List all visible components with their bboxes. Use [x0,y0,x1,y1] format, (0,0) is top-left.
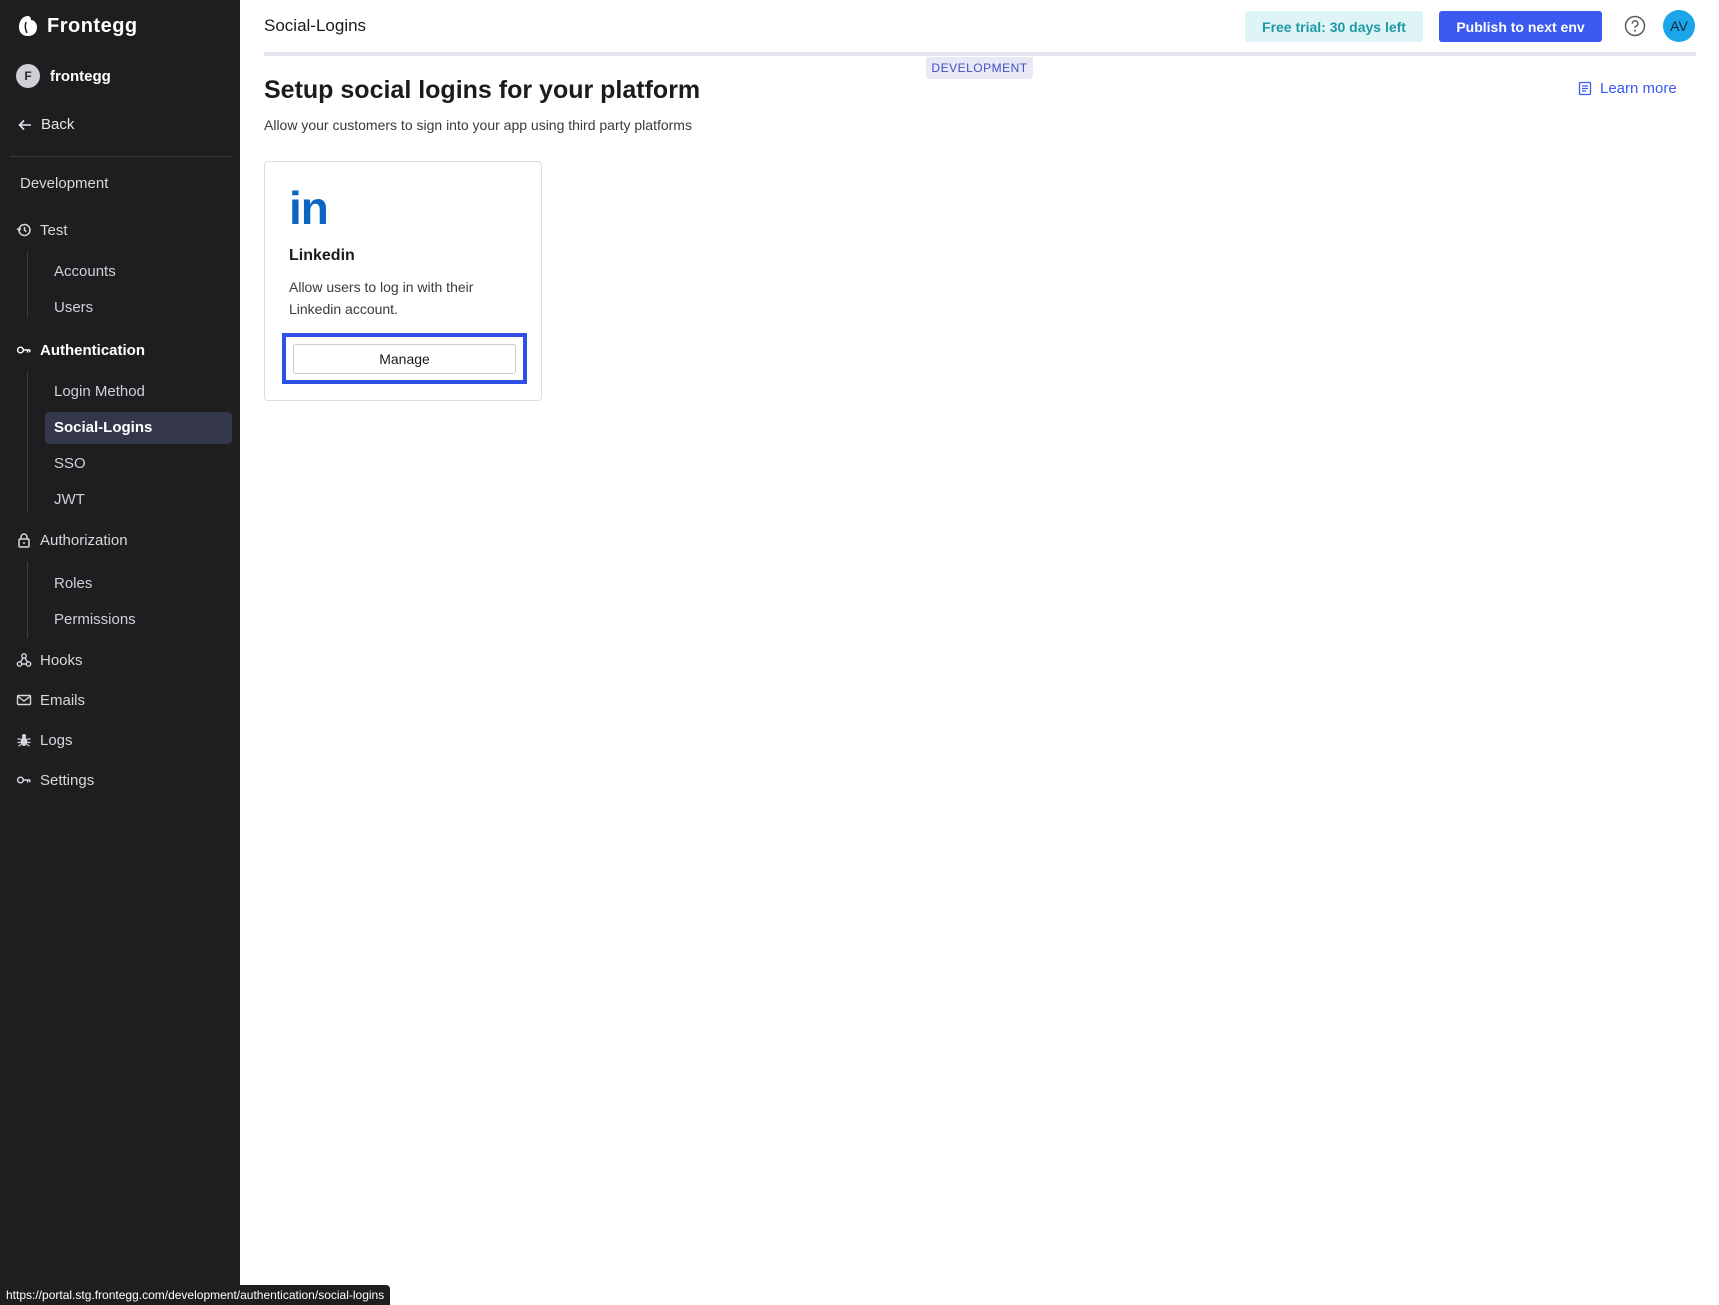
help-icon[interactable] [1624,15,1646,37]
environment-bar [264,52,1696,56]
environment-badge: DEVELOPMENT [926,57,1033,79]
page-subtitle: Allow your customers to sign into your a… [264,117,692,133]
page-header-title: Social-Logins [264,16,367,35]
sidebar-item-label: Hooks [40,651,83,669]
sidebar-divider [10,156,232,157]
publish-button[interactable]: Publish to next env [1439,11,1602,42]
sidebar-item-emails[interactable]: Emails [16,688,85,712]
back-label: Back [41,116,75,133]
sidebar-item-label: Authentication [40,341,145,359]
tree-line [27,372,28,512]
status-bar-url: https://portal.stg.frontegg.com/developm… [0,1285,391,1305]
sidebar-item-authentication[interactable]: Authentication [16,338,145,362]
sidebar-item-users[interactable]: Users [54,298,93,318]
workspace-name: frontegg [50,67,111,85]
manage-button[interactable]: Manage [293,344,516,374]
sidebar-item-jwt[interactable]: JWT [54,490,85,510]
tree-line [27,252,28,317]
free-trial-badge[interactable]: Free trial: 30 days left [1245,11,1423,42]
page-title: Setup social logins for your platform [264,76,701,104]
history-icon [16,223,31,237]
workspace-avatar: F [16,64,40,88]
sidebar-item-hooks[interactable]: Hooks [16,648,83,672]
workspace-switcher[interactable]: F frontegg [16,64,111,88]
sidebar-item-label: Emails [40,691,86,709]
sidebar-item-settings[interactable]: Settings [16,768,94,792]
linkedin-icon: in [289,182,329,234]
brand-name: Frontegg [47,14,138,37]
lock-icon [18,533,30,548]
tree-line [27,562,28,638]
sidebar: Frontegg F frontegg Back Development Tes… [0,0,240,1305]
arrow-left-icon [18,119,31,130]
webhook-icon [16,653,32,667]
frontegg-logo-icon [19,16,37,36]
sidebar-item-login-method[interactable]: Login Method [54,382,145,402]
bug-icon [17,734,31,747]
sidebar-item-permissions[interactable]: Permissions [54,610,136,630]
card-title: Linkedin [289,247,355,264]
learn-more-link[interactable]: Learn more [1578,80,1677,97]
learn-more-label: Learn more [1600,80,1677,97]
card-description: Allow users to log in with their Linkedi… [289,279,474,317]
sidebar-item-test[interactable]: Test [16,218,68,242]
sidebar-item-authorization[interactable]: Authorization [16,528,128,552]
sidebar-item-roles[interactable]: Roles [54,574,92,594]
sidebar-item-label: Test [40,221,68,239]
environment-label: Development [20,175,109,192]
sidebar-item-accounts[interactable]: Accounts [54,262,116,282]
focus-highlight: Manage [282,333,527,384]
sidebar-item-label: Settings [40,771,95,789]
key-icon [16,776,31,784]
sidebar-item-label: Logs [40,731,73,749]
sidebar-item-label: Authorization [40,531,128,549]
linkedin-card: in Linkedin Allow users to log in with t… [264,161,542,401]
mail-icon [16,694,32,706]
user-avatar[interactable]: AV [1663,10,1695,42]
frontegg-logo[interactable]: Frontegg [17,12,138,40]
sidebar-item-logs[interactable]: Logs [16,728,73,752]
document-icon [1578,81,1592,96]
sidebar-item-social-logins[interactable]: Social-Logins [45,412,232,444]
back-link[interactable]: Back [18,116,74,133]
key-icon [16,346,31,354]
sidebar-item-sso[interactable]: SSO [54,454,86,474]
